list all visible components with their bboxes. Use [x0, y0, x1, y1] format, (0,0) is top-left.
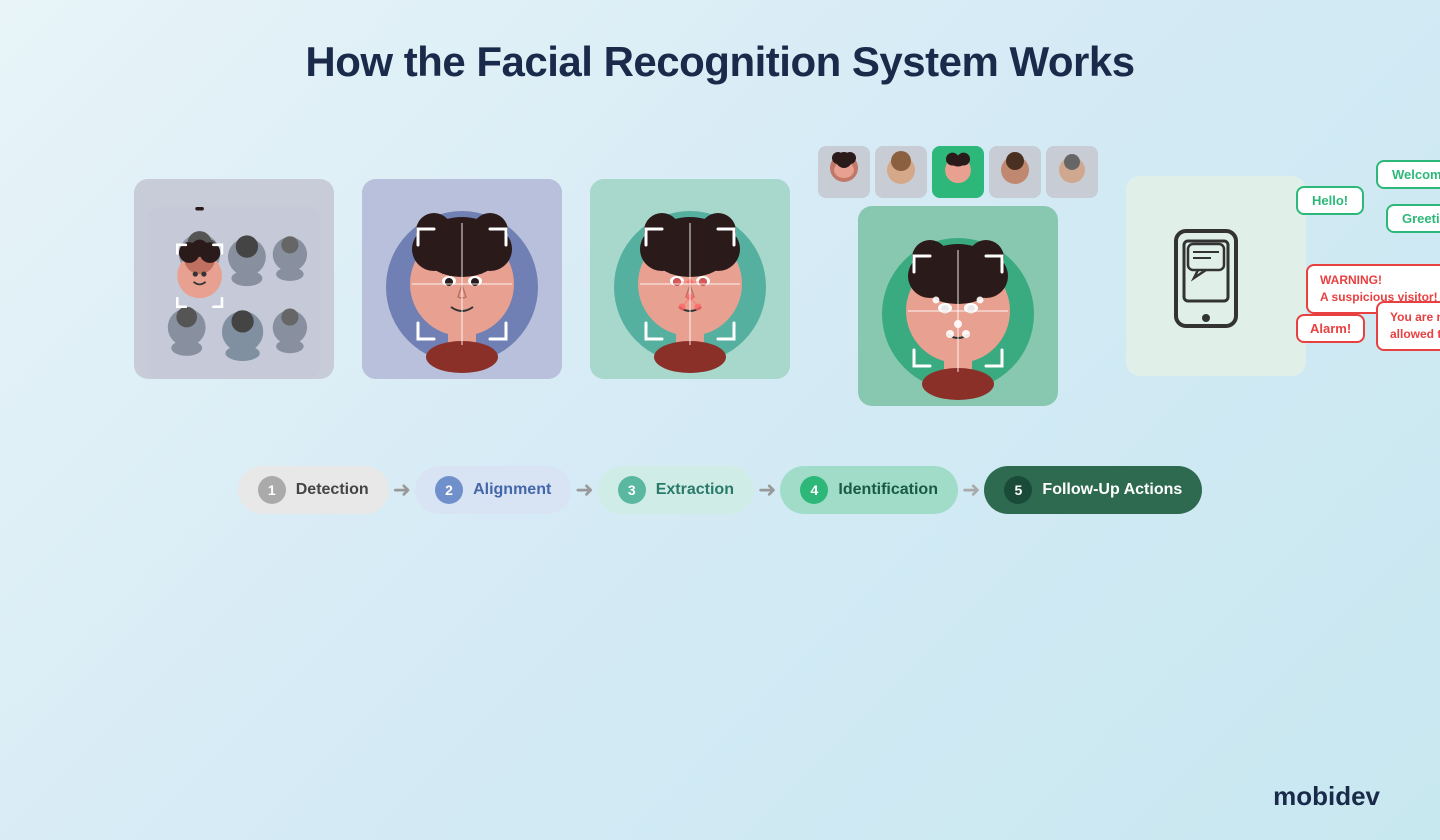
bubble-greetings: Greetings!! — [1386, 204, 1440, 233]
step-num-5: 5 — [1004, 476, 1032, 504]
step-pill-4: 4 Identification — [780, 466, 958, 514]
step-label-1: Detection — [296, 481, 369, 499]
main-content: Hello! Welcome! Greetings!! WARNING!A su… — [0, 146, 1440, 411]
step-flow: 1 Detection ➜ 2 Alignment ➜ 3 Extraction… — [0, 466, 1440, 514]
extraction-illustration — [590, 179, 790, 379]
step1-detection-image — [134, 179, 334, 379]
detection-illustration — [148, 193, 320, 393]
thumb-1 — [818, 146, 870, 198]
step-label-5: Follow-Up Actions — [1042, 481, 1182, 499]
step-pill-1: 1 Detection — [238, 466, 389, 514]
step3-extraction-image — [590, 179, 790, 379]
bubble-not-allowed: You are notallowed to pass! — [1376, 301, 1440, 351]
arrow-2: ➜ — [575, 477, 593, 503]
logo-dev: dev — [1335, 781, 1380, 811]
thumb-3-active — [932, 146, 984, 198]
step-num-3: 3 — [618, 476, 646, 504]
followup-illustration — [1126, 176, 1306, 376]
identification-illustration — [858, 206, 1058, 406]
bubble-hello: Hello! — [1296, 186, 1364, 215]
step-num-4: 4 — [800, 476, 828, 504]
bubble-alarm: Alarm! — [1296, 314, 1365, 343]
arrow-4: ➜ — [962, 477, 980, 503]
thumb-5 — [1046, 146, 1098, 198]
mobidev-logo: mobidev — [1273, 781, 1380, 812]
step4-identification-image — [858, 206, 1058, 411]
step-num-1: 1 — [258, 476, 286, 504]
notification-bubbles: Hello! Welcome! Greetings!! WARNING!A su… — [1286, 146, 1440, 446]
arrow-3: ➜ — [758, 477, 776, 503]
page-title: How the Facial Recognition System Works — [0, 0, 1440, 86]
step-pill-5: 5 Follow-Up Actions — [984, 466, 1202, 514]
alignment-illustration — [362, 179, 562, 379]
step5-followup-image — [1126, 176, 1306, 381]
step-label-2: Alignment — [473, 481, 551, 499]
step-pill-3: 3 Extraction — [598, 466, 754, 514]
arrow-1: ➜ — [393, 477, 411, 503]
step2-alignment-image — [362, 179, 562, 379]
step-label-4: Identification — [838, 481, 938, 499]
step-label-3: Extraction — [656, 481, 734, 499]
step4-container — [818, 146, 1098, 411]
step-pill-2: 2 Alignment — [415, 466, 571, 514]
thumb-4 — [989, 146, 1041, 198]
step5-container: Hello! Welcome! Greetings!! WARNING!A su… — [1126, 176, 1306, 381]
thumb-2 — [875, 146, 927, 198]
logo-mobi: mobi — [1273, 781, 1335, 811]
bubble-welcome: Welcome! — [1376, 160, 1440, 189]
step-num-2: 2 — [435, 476, 463, 504]
id-thumbnails — [818, 146, 1098, 198]
